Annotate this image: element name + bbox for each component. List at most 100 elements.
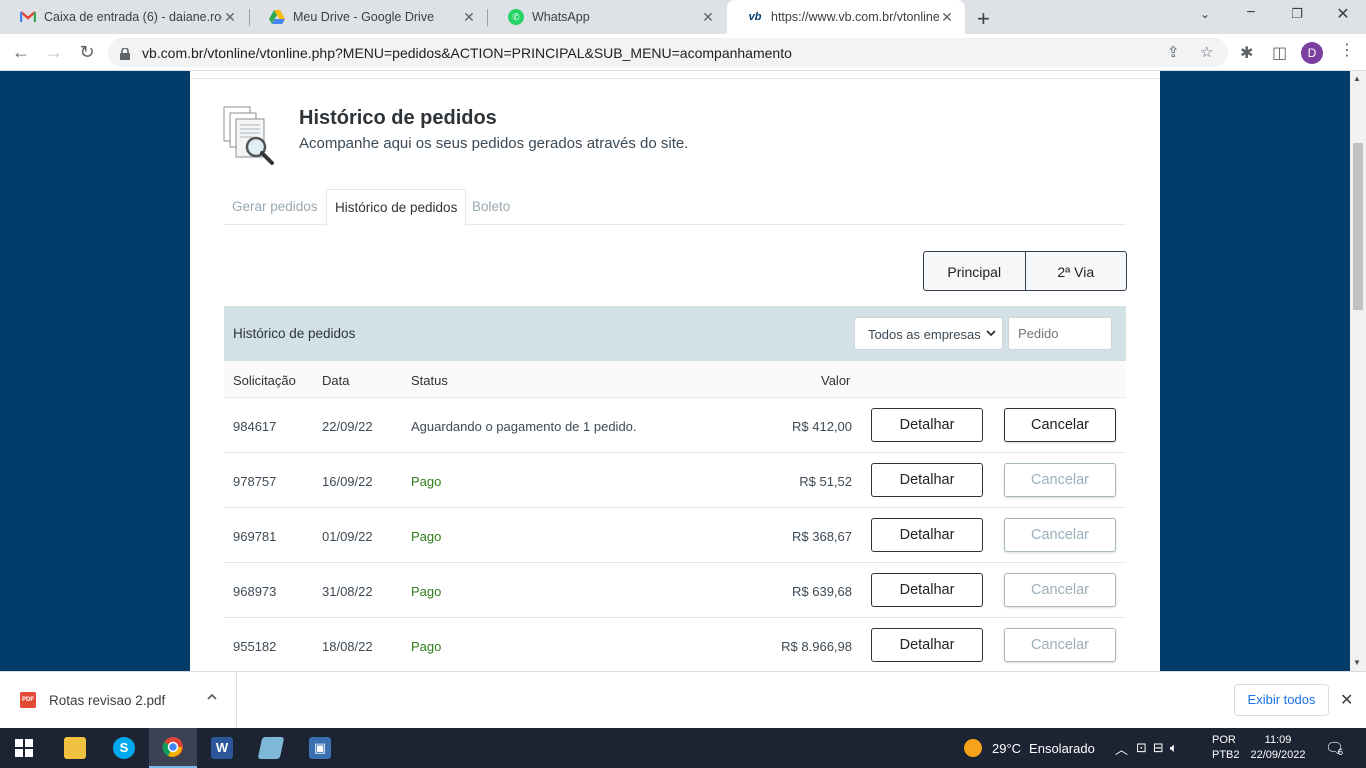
pedido-search-input[interactable] xyxy=(1008,317,1112,350)
list-header: Histórico de pedidos Todos as empresas xyxy=(224,306,1126,361)
detalhar-button[interactable]: Detalhar xyxy=(871,463,983,497)
cell-valor: R$ 412,00 xyxy=(792,419,852,434)
tray-icons: ︿ ⊡ ⊟ 🔈︎ xyxy=(1115,728,1178,768)
table-row: 978757 16/09/22 Pago R$ 51,52 Detalhar C… xyxy=(224,453,1126,508)
share-icon[interactable]: ⇪ xyxy=(1167,43,1180,61)
scrollbar-thumb[interactable] xyxy=(1353,143,1363,310)
segunda-via-button[interactable]: 2ª Via xyxy=(1026,252,1127,290)
page-title: Histórico de pedidos xyxy=(299,107,497,129)
cancelar-button[interactable]: Cancelar xyxy=(1004,628,1116,662)
chevron-up-icon[interactable] xyxy=(206,691,218,706)
tab-boleto[interactable]: Boleto xyxy=(464,189,518,225)
cell-valor: R$ 51,52 xyxy=(799,474,852,489)
detalhar-button[interactable]: Detalhar xyxy=(871,628,983,662)
detalhar-button[interactable]: Detalhar xyxy=(871,573,983,607)
page-subtitle: Acompanhe aqui os seus pedidos gerados a… xyxy=(299,135,689,152)
reload-button[interactable]: ↻ xyxy=(76,41,98,63)
tab-gmail[interactable]: Caixa de entrada (6) - daiane.rod ✕ xyxy=(0,0,248,34)
pen-icon[interactable]: ⊡ xyxy=(1136,740,1147,756)
cancelar-button[interactable]: Cancelar xyxy=(1004,463,1116,497)
lang-code: POR xyxy=(1212,734,1236,746)
close-icon[interactable]: ✕ xyxy=(222,9,238,26)
weather-temp: 29°C xyxy=(992,740,1022,756)
cell-valor: R$ 368,67 xyxy=(792,529,852,544)
table-row: 969781 01/09/22 Pago R$ 368,67 Detalhar … xyxy=(224,508,1126,563)
tab-gerar-pedidos[interactable]: Gerar pedidos xyxy=(224,189,326,225)
chrome-menu-icon[interactable]: ⋮ xyxy=(1339,40,1355,60)
principal-button[interactable]: Principal xyxy=(924,252,1026,290)
keyboard-layout: PTB2 xyxy=(1212,749,1240,761)
cell-solicitacao: 978757 xyxy=(233,474,277,489)
close-window-button[interactable]: ✕ xyxy=(1320,4,1366,24)
cell-status: Pago xyxy=(411,584,442,599)
cell-valor: R$ 639,68 xyxy=(792,584,852,599)
back-button[interactable]: ← xyxy=(10,41,32,63)
extensions-icon[interactable]: ✱ xyxy=(1240,43,1253,63)
address-bar[interactable]: vb.com.br/vtonline/vtonline.php?MENU=ped… xyxy=(108,38,1228,67)
vertical-scrollbar[interactable]: ▲ ▼ xyxy=(1350,71,1366,671)
tab-title: Meu Drive - Google Drive xyxy=(293,10,435,24)
cancelar-button[interactable]: Cancelar xyxy=(1004,408,1116,442)
minimize-button[interactable]: − xyxy=(1228,4,1274,22)
cell-data: 16/09/22 xyxy=(322,474,373,489)
notifications-button[interactable]: 🗨︎ 6 xyxy=(1325,728,1344,768)
gmail-icon xyxy=(20,9,36,25)
cell-data: 01/09/22 xyxy=(322,529,373,544)
computer-icon: ▣ xyxy=(309,737,331,759)
col-valor: Valor xyxy=(821,373,851,388)
bookmark-star-icon[interactable]: ☆ xyxy=(1200,43,1213,61)
tab-whatsapp[interactable]: ✆ WhatsApp ✕ xyxy=(488,0,726,34)
profile-avatar[interactable]: D xyxy=(1301,42,1323,64)
col-solicitacao: Solicitação xyxy=(233,373,296,388)
scroll-down-icon[interactable]: ▼ xyxy=(1353,658,1361,667)
clock-time: 11:09 xyxy=(1264,734,1292,746)
close-icon[interactable]: ✕ xyxy=(939,9,955,26)
cell-solicitacao: 984617 xyxy=(233,419,277,434)
close-icon[interactable]: ✕ xyxy=(1340,690,1353,710)
close-icon[interactable]: ✕ xyxy=(700,9,716,26)
network-icon[interactable]: ⊟ xyxy=(1153,740,1164,756)
taskbar-file-explorer[interactable] xyxy=(51,728,99,768)
skype-icon: S xyxy=(113,737,135,759)
taskbar-network-app[interactable]: ▣ xyxy=(296,728,344,768)
detalhar-button[interactable]: Detalhar xyxy=(871,518,983,552)
company-select[interactable]: Todos as empresas xyxy=(854,317,1003,350)
tab-google-drive[interactable]: Meu Drive - Google Drive ✕ xyxy=(249,0,487,34)
taskbar-word[interactable]: W xyxy=(198,728,246,768)
cancelar-button[interactable]: Cancelar xyxy=(1004,518,1116,552)
taskbar-chrome[interactable] xyxy=(149,728,197,768)
col-data: Data xyxy=(322,373,350,388)
company-select-value: Todos as empresas xyxy=(868,327,981,342)
cancelar-button[interactable]: Cancelar xyxy=(1004,573,1116,607)
tab-historico-pedidos[interactable]: Histórico de pedidos xyxy=(326,189,467,226)
chevron-up-icon[interactable]: ︿ xyxy=(1115,739,1128,758)
clock[interactable]: 11:09 22/09/2022 xyxy=(1248,728,1308,768)
start-button[interactable] xyxy=(0,728,48,768)
volume-icon[interactable]: 🔈︎ xyxy=(1170,740,1178,756)
side-panel-icon[interactable]: ◫ xyxy=(1272,43,1287,63)
chrome-icon xyxy=(162,737,183,757)
taskbar-skype[interactable]: S xyxy=(100,728,148,768)
page-tabs: Gerar pedidos Histórico de pedidos Bolet… xyxy=(224,189,1126,226)
close-icon[interactable]: ✕ xyxy=(461,9,477,26)
notepad-icon xyxy=(257,737,285,759)
url-text: vb.com.br/vtonline/vtonline.php?MENU=ped… xyxy=(142,44,792,61)
cell-valor: R$ 8.966,98 xyxy=(781,639,852,654)
table-header: Solicitação Data Status Valor xyxy=(224,361,1126,398)
detalhar-button[interactable]: Detalhar xyxy=(871,408,983,442)
forward-button[interactable]: → xyxy=(43,41,65,63)
language-indicator[interactable]: POR PTB2 xyxy=(1212,728,1240,768)
folder-icon xyxy=(64,737,86,759)
restore-button[interactable]: ❐ xyxy=(1274,6,1320,22)
tab-vb[interactable]: vb https://www.vb.com.br/vtonline/v ✕ xyxy=(727,0,965,34)
cell-data: 22/09/22 xyxy=(322,419,373,434)
taskbar-app[interactable] xyxy=(247,728,295,768)
scroll-up-icon[interactable]: ▲ xyxy=(1353,74,1361,83)
new-tab-button[interactable]: + xyxy=(977,6,990,32)
weather-widget[interactable]: 29°C Ensolarado xyxy=(964,728,1095,768)
tab-search-icon[interactable]: ⌄ xyxy=(1182,7,1228,21)
show-all-downloads-button[interactable]: Exibir todos xyxy=(1234,684,1329,716)
page-viewport: Histórico de pedidos Acompanhe aqui os s… xyxy=(0,71,1350,671)
browser-toolbar: ← → ↻ vb.com.br/vtonline/vtonline.php?ME… xyxy=(0,34,1366,71)
download-item[interactable]: PDF Rotas revisao 2.pdf xyxy=(0,672,237,729)
